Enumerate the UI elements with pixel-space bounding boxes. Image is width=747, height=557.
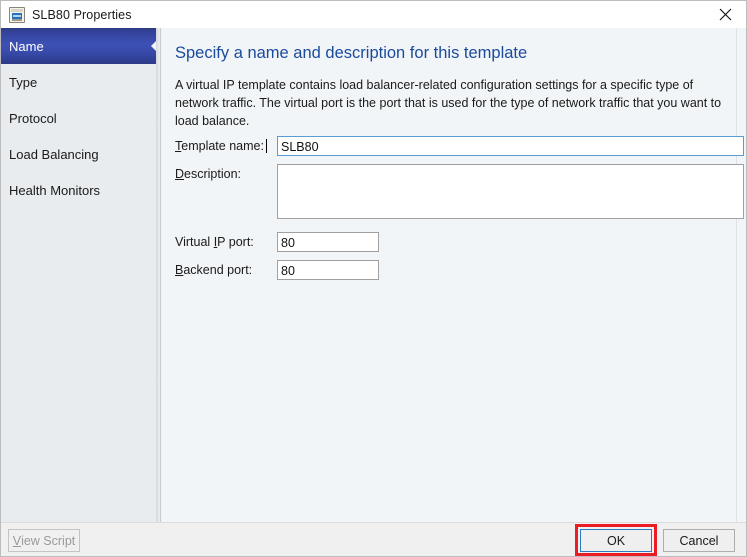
sidebar-item-health-monitors[interactable]: Health Monitors bbox=[1, 172, 160, 208]
cancel-button[interactable]: Cancel bbox=[663, 529, 735, 552]
accesskey-letter: D bbox=[175, 167, 185, 181]
title-bar: SLB80 Properties bbox=[1, 1, 746, 28]
virtual-ip-port-input[interactable] bbox=[277, 232, 379, 252]
virtual-ip-port-label: Virtual IP port: bbox=[175, 235, 254, 249]
sidebar-scrollbar[interactable] bbox=[156, 28, 160, 522]
sidebar-item-label: Load Balancing bbox=[9, 146, 99, 162]
close-icon[interactable] bbox=[702, 1, 746, 28]
backend-port-label: Backend port: bbox=[175, 263, 253, 277]
sidebar-item-load-balancing[interactable]: Load Balancing bbox=[1, 136, 160, 172]
ok-button[interactable]: OK bbox=[580, 529, 652, 552]
sidebar-item-name[interactable]: Name bbox=[1, 28, 160, 64]
template-name-input[interactable] bbox=[277, 136, 744, 156]
view-script-button[interactable]: View Script bbox=[8, 529, 80, 552]
text-caret bbox=[266, 139, 267, 153]
template-name-label: Template name: bbox=[175, 139, 264, 153]
dialog-body: Name Type Protocol Load Balancing Health… bbox=[1, 28, 746, 522]
description-input[interactable] bbox=[277, 164, 744, 219]
sidebar-item-label: Type bbox=[9, 74, 38, 90]
window-title: SLB80 Properties bbox=[32, 7, 132, 22]
sidebar-item-label: Health Monitors bbox=[9, 182, 101, 198]
dialog-footer: View Script OK Cancel bbox=[1, 522, 746, 556]
properties-dialog: SLB80 Properties Name Type Protocol Load… bbox=[0, 0, 747, 557]
sidebar-item-label: Name bbox=[9, 38, 44, 54]
sidebar-nav: Name Type Protocol Load Balancing Health… bbox=[1, 28, 161, 522]
panel-divider bbox=[736, 28, 737, 522]
page-title: Specify a name and description for this … bbox=[175, 44, 528, 62]
accesskey-letter: V bbox=[12, 533, 22, 548]
description-label: Description: bbox=[175, 167, 242, 181]
page-description: A virtual IP template contains load bala… bbox=[175, 78, 722, 128]
backend-port-input[interactable] bbox=[277, 260, 379, 280]
template-window-icon bbox=[9, 6, 25, 23]
main-panel: Specify a name and description for this … bbox=[162, 28, 746, 522]
sidebar-item-type[interactable]: Type bbox=[1, 64, 160, 100]
sidebar-item-protocol[interactable]: Protocol bbox=[1, 100, 160, 136]
sidebar-item-label: Protocol bbox=[9, 110, 57, 126]
